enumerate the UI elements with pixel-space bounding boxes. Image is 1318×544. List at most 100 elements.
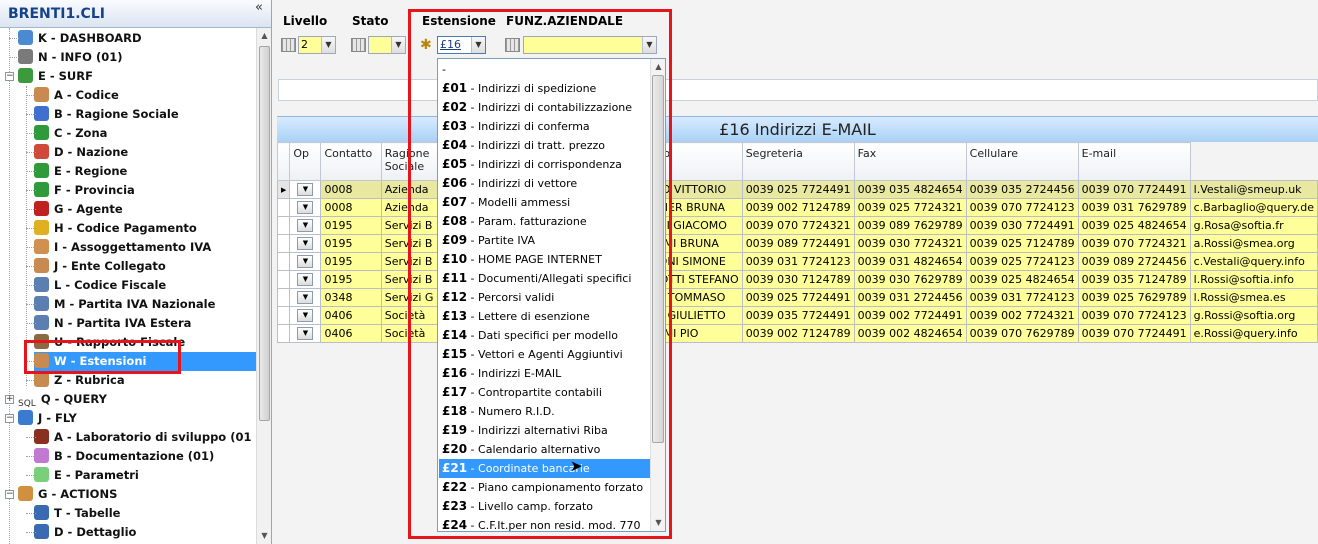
dropdown-option[interactable]: £15 - Vettori e Agenti Aggiuntivi [439, 345, 650, 364]
dropdown-option[interactable]: £12 - Percorsi validi [439, 288, 650, 307]
table-row[interactable]: ▼ 0406 Società COSTI GIULIETTO 0039 035 7724… [276, 306, 1318, 325]
dropdown-option[interactable]: £13 - Lettere di esenzione [439, 307, 650, 326]
dropdown-option[interactable]: £05 - Indirizzi di corrispondenza [439, 155, 650, 174]
dropdown-option[interactable]: £01 - Indirizzi di spedizione [439, 79, 650, 98]
table-cell[interactable]: 0039 035 7124789 [1077, 270, 1191, 289]
dropdown-option[interactable]: £17 - Contropartite contabili [439, 383, 650, 402]
op-dropdown-button[interactable]: ▼ [297, 183, 314, 197]
tree-item-w-estensioni[interactable]: W - Estensioni [34, 352, 256, 371]
tree-item-i-assoggettamento-iva[interactable]: I - Assoggettamento IVA [34, 238, 211, 257]
tree-item-j-ente-collegato[interactable]: J - Ente Collegato [34, 257, 166, 276]
table-cell[interactable]: 0039 089 7629789 [853, 216, 967, 235]
chevron-down-icon[interactable]: ▼ [471, 37, 485, 53]
table-cell[interactable]: 0348 [320, 288, 382, 307]
table-cell[interactable]: 0039 070 7724491 [1077, 324, 1191, 343]
table-cell[interactable]: 0039 002 7124789 [741, 198, 855, 217]
tree-item-b-documentazione-01[interactable]: B - Documentazione (01) [34, 447, 214, 466]
table-row[interactable]: ▼0008AziendaoneKOSTNER BRUNA0039 002 712… [276, 198, 1318, 217]
tree-item-d-dettaglio[interactable]: D - Dettaglio [34, 523, 136, 542]
chevron-down-icon[interactable]: ▼ [391, 37, 405, 53]
op-dropdown-button[interactable]: ▼ [297, 327, 314, 341]
tree-item-e-parametri[interactable]: E - Parametri [34, 466, 139, 485]
table-cell[interactable]: 0039 089 7724491 [741, 234, 855, 253]
table-cell[interactable]: 0039 030 7629789 [853, 270, 967, 289]
table-cell[interactable]: 0039 031 7724123 [741, 252, 855, 271]
table-row[interactable]: ▼ 0195 Servizi B AVALDI GIACOMO 0039 070 772… [276, 216, 1318, 235]
dropdown-option[interactable]: £03 - Indirizzi di conferma [439, 117, 650, 136]
chevron-down-icon[interactable]: ▼ [642, 37, 656, 53]
table-cell[interactable]: 0039 035 2724456 [965, 180, 1079, 199]
table-cell[interactable]: 0195 [320, 252, 382, 271]
table-cell[interactable]: g.Rossi@softia.org [1189, 306, 1318, 325]
tree-item-g-agente[interactable]: G - Agente [34, 200, 123, 219]
table-cell[interactable]: 0039 025 7629789 [1077, 288, 1191, 307]
tree-item-a-laboratorio-di-sviluppo-01[interactable]: A - Laboratorio di sviluppo (01 [34, 428, 251, 447]
estensione-select[interactable]: £16 ▼ [437, 36, 486, 54]
dropdown-option[interactable]: £06 - Indirizzi di vettore [439, 174, 650, 193]
dropdown-option[interactable]: £23 - Livello camp. forzato [439, 497, 650, 516]
table-cell[interactable]: Servizi B [380, 234, 439, 253]
table-cell[interactable]: 0039 035 4824654 [853, 180, 967, 199]
tree-item-e-surf[interactable]: E - SURF [18, 67, 93, 86]
table-cell[interactable]: 0039 025 7724491 [741, 288, 855, 307]
row-selector[interactable] [276, 216, 291, 235]
tree-item-l-codice-fiscale[interactable]: L - Codice Fiscale [34, 276, 166, 295]
scrollbar-thumb[interactable] [652, 75, 664, 443]
collapse-sidebar-icon[interactable]: « [255, 0, 263, 15]
bee-icon[interactable]: ✱ [420, 37, 432, 53]
table-cell[interactable]: 0039 025 7724321 [853, 198, 967, 217]
table-cell[interactable]: 0039 002 7724321 [965, 306, 1079, 325]
collapse-icon[interactable]: − [5, 414, 14, 423]
table-cell[interactable]: 0039 070 7724491 [1077, 180, 1191, 199]
table-cell[interactable]: e.Rossi@query.info [1189, 324, 1318, 343]
table-cell[interactable]: 0039 070 7724321 [1077, 234, 1191, 253]
table-cell[interactable]: 0195 [320, 216, 382, 235]
dropdown-option[interactable]: £19 - Indirizzi alternativi Riba [439, 421, 650, 440]
tree-item-z-rubrica[interactable]: Z - Rubrica [34, 371, 125, 390]
dropdown-scrollbar[interactable]: ▲ ▼ [650, 59, 665, 531]
column-header-selector[interactable] [276, 142, 291, 181]
table-cell[interactable]: 0039 025 7124789 [965, 234, 1079, 253]
dropdown-option[interactable]: £09 - Partite IVA [439, 231, 650, 250]
table-picker-icon[interactable] [505, 38, 520, 52]
table-cell[interactable]: 0039 035 7724491 [741, 306, 855, 325]
table-cell[interactable]: c.Barbaglio@query.de [1189, 198, 1318, 217]
table-cell[interactable]: 0039 025 4824654 [965, 270, 1079, 289]
dropdown-option[interactable]: £18 - Numero R.I.D. [439, 402, 650, 421]
tree-item-u-rapporto-fiscale[interactable]: U - Rapporto Fiscale [34, 333, 185, 352]
table-cell[interactable]: Servizi B [380, 270, 439, 289]
tree-item-a-codice[interactable]: A - Codice [34, 86, 119, 105]
table-cell[interactable]: 0039 031 7629789 [1077, 198, 1191, 217]
dropdown-option[interactable]: £10 - HOME PAGE INTERNET [439, 250, 650, 269]
table-cell[interactable]: 0039 031 2724456 [853, 288, 967, 307]
estensione-dropdown-list[interactable]: - £01 - Indirizzi di spedizione £02 - Ind… [437, 58, 666, 532]
table-row[interactable]: ▼ 0348 Servizi G DOTTI TOMMASO 0039 025 7724… [276, 288, 1318, 307]
tree-item-m-partita-iva-nazionale[interactable]: M - Partita IVA Nazionale [34, 295, 215, 314]
stato-select[interactable]: ▼ [368, 36, 406, 54]
op-dropdown-button[interactable]: ▼ [297, 201, 314, 215]
column-header-fax[interactable]: Cellulare [965, 142, 1079, 181]
table-cell[interactable]: 0039 070 7724321 [741, 216, 855, 235]
table-picker-icon[interactable] [281, 38, 296, 52]
column-header-contatto[interactable]: Contatto [320, 142, 382, 181]
column-header-ragione-sociale[interactable]: Ragione Sociale [380, 142, 439, 181]
table-cell[interactable]: 0039 031 7724123 [965, 288, 1079, 307]
dropdown-option[interactable]: £14 - Dati specifici per modello [439, 326, 650, 345]
scroll-up-icon[interactable]: ▲ [257, 28, 272, 43]
dropdown-option[interactable]: £22 - Piano campionamento forzato [439, 478, 650, 497]
collapse-icon[interactable]: − [5, 490, 14, 499]
table-cell[interactable]: 0039 002 7124789 [741, 324, 855, 343]
table-cell[interactable]: 0406 [320, 306, 382, 325]
tree-item-e-regione[interactable]: E - Regione [34, 162, 127, 181]
table-cell[interactable]: 0008 [320, 180, 382, 199]
table-picker-icon[interactable] [351, 38, 366, 52]
table-cell[interactable]: 0039 070 7724123 [965, 198, 1079, 217]
tree-item-b-ragione-sociale[interactable]: B - Ragione Sociale [34, 105, 179, 124]
table-cell[interactable]: 0039 031 4824654 [853, 252, 967, 271]
table-cell[interactable]: 0039 025 4824654 [1077, 216, 1191, 235]
tree-item-h-codice-pagamento[interactable]: H - Codice Pagamento [34, 219, 197, 238]
collapse-icon[interactable]: − [5, 72, 14, 81]
tree-item-t-tabelle[interactable]: T - Tabelle [34, 504, 120, 523]
column-header-cellulare[interactable]: E-mail [1077, 142, 1191, 181]
table-row[interactable]: ▶ ▼ 0008 Azienda CORSO VITTORIO 0039 025 7724… [276, 180, 1318, 199]
